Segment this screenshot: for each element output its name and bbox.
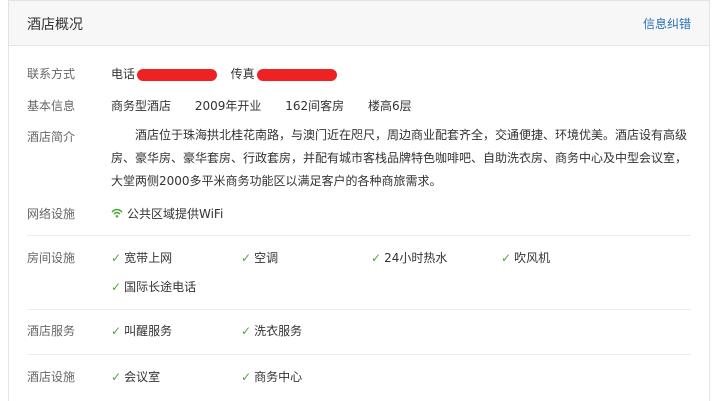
- hotel-type: 商务型酒店: [111, 99, 172, 113]
- network-row: 网络设施 公共区域提供WiFi: [27, 205, 691, 223]
- hotel-facility-label: 会议室: [124, 370, 161, 384]
- intro-text: 酒店位于珠海拱北桂花南路，与澳门近在咫尺，周边商业配套齐全，交通便捷、环境优美。…: [111, 128, 688, 188]
- basic-info-label: 基本信息: [27, 99, 76, 113]
- room-count: 162间客房: [285, 99, 345, 113]
- check-icon: ✓: [241, 251, 252, 265]
- facility-label: 国际长途电话: [124, 280, 197, 294]
- room-facilities-row: 房间设施 ✓ 宽带上网 ✓ 空调 ✓ 24小时热水 ✓ 吹风机 ✓ 国际长途电话: [27, 249, 691, 297]
- hotel-facilities-row: 酒店设施 ✓ 会议室 ✓ 商务中心: [27, 368, 691, 386]
- hotel-facilities-label: 酒店设施: [27, 370, 76, 384]
- network-label: 网络设施: [27, 207, 76, 221]
- card-header: 酒店概况 信息纠错: [9, 1, 709, 46]
- facility-item: ✓ 空调: [241, 249, 278, 266]
- services-row: 酒店服务 ✓ 叫醒服务 ✓ 洗衣服务: [27, 322, 691, 340]
- services-label: 酒店服务: [27, 324, 76, 338]
- card-title: 酒店概况: [27, 17, 83, 33]
- check-icon: ✓: [501, 251, 512, 265]
- service-label: 洗衣服务: [254, 324, 303, 338]
- intro-label: 酒店简介: [27, 130, 76, 144]
- intro-row: 酒店简介 酒店位于珠海拱北桂花南路，与澳门近在咫尺，周边商业配套齐全，交通便捷、…: [27, 124, 691, 194]
- info-correction-link[interactable]: 信息纠错: [643, 15, 691, 32]
- contact-row: 联系方式 电话 传真: [27, 65, 691, 83]
- facility-item: ✓ 吹风机: [501, 249, 550, 266]
- hotel-overview-card: 酒店概况 信息纠错 联系方式 电话 传真 基本信息 商务型酒店 2009年开业 …: [8, 0, 710, 401]
- hotel-facility-label: 商务中心: [254, 370, 303, 384]
- hotel-facility-item: ✓ 商务中心: [241, 368, 302, 385]
- network-content: 公共区域提供WiFi: [111, 205, 691, 222]
- room-facilities-label: 房间设施: [27, 251, 76, 265]
- service-label: 叫醒服务: [124, 324, 173, 338]
- check-icon: ✓: [371, 251, 382, 265]
- hotel-facility-item: ✓ 会议室: [111, 368, 160, 385]
- service-item: ✓ 叫醒服务: [111, 322, 172, 339]
- fax-redaction: [256, 68, 337, 81]
- phone-redaction: [137, 68, 218, 81]
- floor-count: 楼高6层: [367, 99, 412, 113]
- divider: [27, 235, 691, 236]
- service-item: ✓ 洗衣服务: [241, 322, 302, 339]
- check-icon: ✓: [111, 280, 122, 294]
- facility-label: 24小时热水: [384, 251, 448, 265]
- check-icon: ✓: [111, 324, 122, 338]
- contact-content: 电话 传真: [111, 65, 691, 82]
- basic-info-row: 基本信息 商务型酒店 2009年开业 162间客房 楼高6层: [27, 97, 691, 115]
- contact-label: 联系方式: [27, 67, 76, 81]
- check-icon: ✓: [241, 324, 252, 338]
- basic-info-content: 商务型酒店 2009年开业 162间客房 楼高6层: [111, 97, 691, 114]
- check-icon: ✓: [111, 251, 122, 265]
- opened-year: 2009年开业: [194, 99, 262, 113]
- facility-item: ✓ 24小时热水: [371, 249, 447, 266]
- wifi-icon: [111, 208, 125, 221]
- divider: [27, 309, 691, 310]
- facility-item: ✓ 宽带上网: [111, 249, 172, 266]
- facility-label: 空调: [254, 251, 279, 265]
- fax-label: 传真: [230, 67, 255, 81]
- divider: [27, 354, 691, 355]
- check-icon: ✓: [111, 370, 122, 384]
- phone-label: 电话: [111, 67, 136, 81]
- facility-item: ✓ 国际长途电话: [111, 278, 196, 295]
- facility-label: 宽带上网: [124, 251, 173, 265]
- wifi-text: 公共区域提供WiFi: [127, 207, 224, 221]
- facility-label: 吹风机: [514, 251, 551, 265]
- check-icon: ✓: [241, 370, 252, 384]
